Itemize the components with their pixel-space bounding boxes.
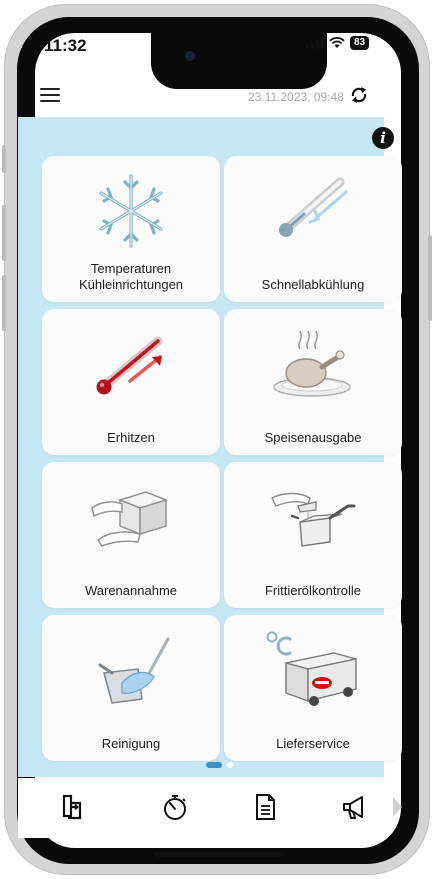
- cleaning-icon: [98, 637, 170, 704]
- tile-label: Erhitzen: [107, 430, 155, 445]
- page-dot[interactable]: [227, 762, 233, 768]
- fryer-oil-icon: [271, 492, 356, 547]
- delivery-truck-icon: [266, 631, 357, 706]
- wifi-icon: [329, 37, 345, 48]
- tile-temperaturen[interactable]: Temperaturen Kühleinrichtungen: [42, 156, 220, 302]
- tile-warenannahme[interactable]: Warenannahme: [42, 462, 220, 608]
- tile-label: Schnellabkühlung: [261, 277, 365, 292]
- hamburger-icon[interactable]: [40, 88, 60, 104]
- bottom-nav: [18, 778, 402, 838]
- header-datetime: 23.11.2023, 09:48: [248, 90, 344, 104]
- thermometer-hot-icon: [96, 336, 163, 395]
- volume-up-button: [2, 205, 6, 261]
- home-indicator[interactable]: [154, 852, 284, 857]
- tile-label: Lieferservice: [276, 736, 350, 751]
- camera-icon: [185, 51, 195, 61]
- thermometer-cold-icon: [279, 177, 348, 237]
- sync-icon[interactable]: [348, 84, 370, 106]
- food-plate-icon: [273, 330, 351, 397]
- tile-label: Speisenausgabe: [264, 430, 362, 445]
- package-hands-icon: [91, 491, 169, 547]
- status-time: 11:32: [44, 36, 87, 55]
- tile-lieferservice[interactable]: Lieferservice: [224, 615, 402, 761]
- app-header: 23.11.2023, 09:48: [18, 78, 384, 114]
- info-icon[interactable]: i: [372, 127, 394, 149]
- tile-label: Frittierölkontrolle: [264, 583, 362, 598]
- devices-icon[interactable]: [58, 792, 88, 822]
- category-grid: i Temperaturen Kühleinrichtungen Schnell…: [18, 117, 402, 777]
- page-indicator: [206, 762, 233, 768]
- stopwatch-icon[interactable]: [160, 792, 190, 822]
- status-icons: 83: [306, 36, 370, 50]
- tile-frittieroelkontrolle[interactable]: Frittierölkontrolle: [224, 462, 402, 608]
- snowflake-icon: [99, 174, 163, 248]
- battery-icon: 83: [350, 36, 370, 50]
- tile-label: Reinigung: [101, 736, 161, 751]
- tile-reinigung[interactable]: Reinigung: [42, 615, 220, 761]
- page-dot-active[interactable]: [206, 762, 222, 768]
- tile-label: Warenannahme: [84, 583, 177, 598]
- next-arrow-icon[interactable]: [390, 792, 404, 822]
- volume-down-button: [2, 275, 6, 331]
- tile-speisenausgabe[interactable]: Speisenausgabe: [224, 309, 402, 455]
- mute-switch: [2, 145, 6, 173]
- power-button: [428, 235, 432, 321]
- tile-schnellabkuehlung[interactable]: Schnellabkühlung: [224, 156, 402, 302]
- tile-erhitzen[interactable]: Erhitzen: [42, 309, 220, 455]
- megaphone-icon[interactable]: [340, 792, 370, 822]
- signal-icon: [306, 37, 324, 49]
- tile-label: Temperaturen Kühleinrichtungen: [78, 261, 184, 292]
- document-icon[interactable]: [250, 792, 280, 822]
